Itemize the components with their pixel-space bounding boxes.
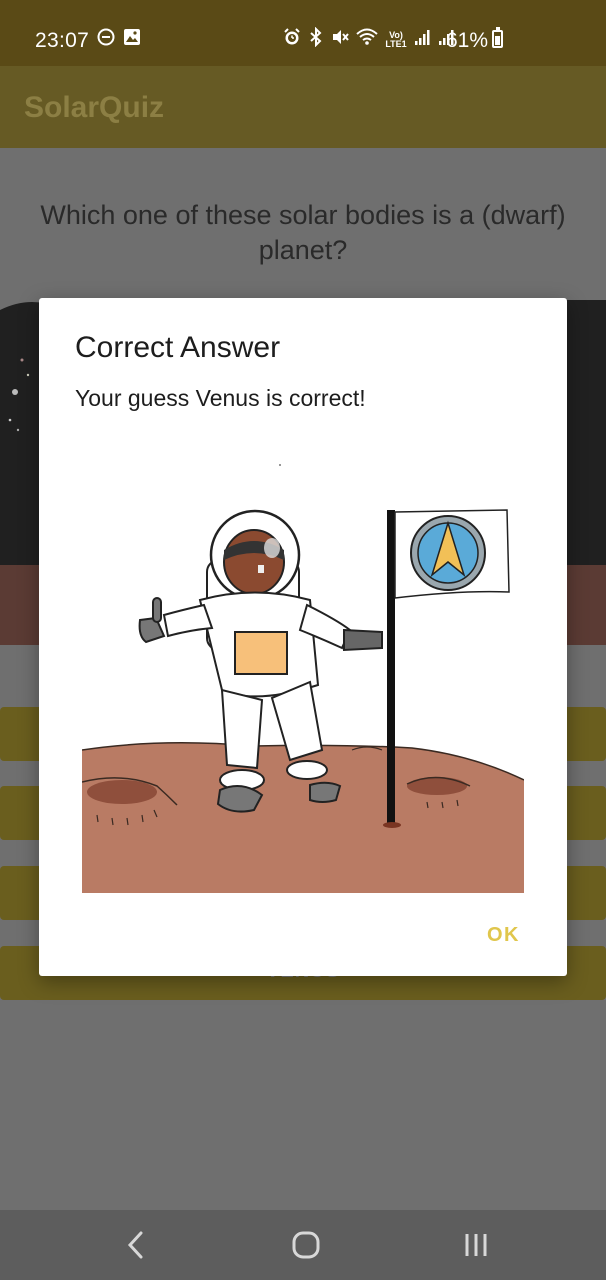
dialog-message: Your guess Venus is correct!: [75, 385, 366, 411]
quiz-question: Which one of these solar bodies is a (dw…: [40, 200, 566, 265]
status-time: 23:07: [35, 29, 90, 52]
battery-charging-icon: [492, 27, 503, 48]
correct-answer-dialog: Correct Answer Your guess Venus is corre…: [39, 298, 567, 976]
wifi-icon: [356, 27, 378, 53]
signal-icon: [414, 28, 432, 52]
app-title: SolarQuiz: [24, 91, 165, 124]
astronaut-illustration: [81, 450, 525, 893]
back-icon[interactable]: [124, 1230, 148, 1265]
alarm-icon: [282, 27, 302, 53]
app-bar: SolarQuiz: [0, 66, 606, 148]
bluetooth-icon: [308, 26, 324, 53]
gallery-icon: [123, 28, 141, 52]
home-icon[interactable]: [291, 1230, 321, 1265]
ok-button[interactable]: OK: [487, 924, 520, 947]
recents-icon[interactable]: [462, 1231, 490, 1264]
volte-icon: Vo) LTE1: [385, 30, 407, 49]
navigation-bar: [0, 1210, 606, 1280]
battery-percentage: 61%: [445, 29, 488, 52]
mute-icon: [330, 27, 350, 53]
do-not-disturb-icon: [97, 28, 115, 52]
dialog-title: Correct Answer: [75, 331, 281, 364]
status-bar: 23:07 Vo) LTE1 61%: [0, 0, 606, 66]
